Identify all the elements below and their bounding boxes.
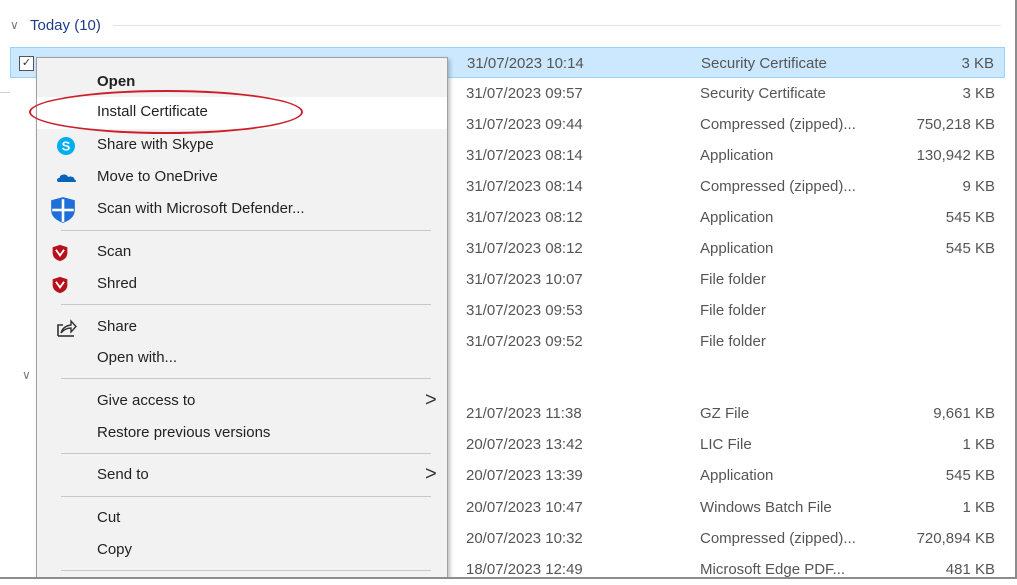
divider xyxy=(0,92,10,93)
group-header-today[interactable]: ∨ Today (10) xyxy=(0,10,1015,40)
file-type: File folder xyxy=(700,271,766,288)
file-date: 31/07/2023 08:14 xyxy=(466,178,583,195)
file-size: 750,218 KB xyxy=(916,116,995,133)
file-size: 130,942 KB xyxy=(916,147,995,164)
file-type: Windows Batch File xyxy=(700,498,832,516)
menu-item-share-with-skype[interactable]: S Share with Skype xyxy=(37,130,447,162)
file-type: LIC File xyxy=(700,436,752,454)
file-date: 20/07/2023 13:39 xyxy=(466,467,583,485)
file-date: 31/07/2023 09:53 xyxy=(466,302,583,319)
file-size: 3 KB xyxy=(961,55,994,72)
menu-separator xyxy=(61,230,431,231)
file-date: 20/07/2023 10:47 xyxy=(466,498,583,516)
onedrive-cloud-icon xyxy=(57,174,76,182)
chevron-down-icon[interactable]: ∨ xyxy=(10,18,24,32)
file-date: 31/07/2023 10:14 xyxy=(467,55,584,72)
file-type: Application xyxy=(700,209,774,226)
file-type: Microsoft Edge PDF... xyxy=(700,561,846,578)
file-type: Security Certificate xyxy=(701,55,827,72)
file-type: Application xyxy=(700,240,774,257)
file-type: File folder xyxy=(700,333,766,350)
file-size: 9,661 KB xyxy=(933,405,995,422)
file-size: 3 KB xyxy=(962,85,995,102)
menu-item-scan[interactable]: Scan xyxy=(37,237,447,269)
svg-text:S: S xyxy=(62,139,71,154)
file-size: 1 KB xyxy=(962,436,995,454)
file-type: File folder xyxy=(700,302,766,319)
group-label: Today (10) xyxy=(30,16,101,34)
file-date: 20/07/2023 13:42 xyxy=(466,436,583,454)
menu-item-send-to[interactable]: Send to > xyxy=(37,460,447,492)
share-icon xyxy=(57,319,77,337)
menu-item-cut[interactable]: Cut xyxy=(37,503,447,535)
menu-separator xyxy=(61,378,431,379)
menu-item-share[interactable]: Share xyxy=(37,312,447,344)
file-date: 18/07/2023 12:49 xyxy=(466,561,583,578)
file-type: Compressed (zipped)... xyxy=(700,529,856,547)
group-divider xyxy=(112,24,1001,26)
file-size: 9 KB xyxy=(962,178,995,195)
file-type: Compressed (zipped)... xyxy=(700,178,856,195)
file-size: 1 KB xyxy=(962,498,995,516)
skype-icon: S xyxy=(57,137,75,155)
file-size: 481 KB xyxy=(945,561,995,578)
file-date: 31/07/2023 08:14 xyxy=(466,147,583,164)
context-menu: Open Install Certificate S Share with Sk… xyxy=(36,57,448,577)
file-date: 31/07/2023 09:44 xyxy=(466,116,583,133)
menu-item-give-access-to[interactable]: Give access to > xyxy=(37,386,447,418)
file-date: 21/07/2023 11:38 xyxy=(466,405,582,422)
file-type: GZ File xyxy=(700,405,750,422)
file-type: Application xyxy=(700,467,774,485)
menu-item-move-to-onedrive[interactable]: Move to OneDrive xyxy=(37,162,447,194)
file-date: 31/07/2023 08:12 xyxy=(466,240,583,257)
menu-separator xyxy=(61,570,431,571)
file-date: 31/07/2023 09:52 xyxy=(466,333,583,350)
menu-separator xyxy=(61,453,431,454)
file-explorer-list: ∨ Today (10) ✓Net3LogAPI31/07/2023 10:14… xyxy=(0,0,1017,579)
chevron-right-icon: > xyxy=(425,389,437,411)
file-date: 20/07/2023 10:32 xyxy=(466,529,583,547)
file-type: Compressed (zipped)... xyxy=(700,116,856,133)
menu-item-scan-with-defender[interactable]: Scan with Microsoft Defender... xyxy=(37,194,447,226)
defender-shield-icon xyxy=(51,197,75,223)
menu-item-copy[interactable]: Copy xyxy=(37,535,447,567)
chevron-down-icon[interactable]: ∨ xyxy=(22,368,31,382)
file-type: Security Certificate xyxy=(700,85,826,102)
file-size: 545 KB xyxy=(945,209,995,226)
menu-item-restore-previous-versions[interactable]: Restore previous versions xyxy=(37,418,447,450)
menu-separator xyxy=(61,496,431,497)
row-checkbox[interactable]: ✓ xyxy=(19,56,34,71)
menu-separator xyxy=(61,304,431,305)
file-date: 31/07/2023 09:57 xyxy=(466,85,583,102)
file-size: 720,894 KB xyxy=(916,529,995,547)
menu-item-shred[interactable]: Shred xyxy=(37,269,447,301)
chevron-right-icon: > xyxy=(425,463,437,485)
file-size: 545 KB xyxy=(945,467,995,485)
file-date: 31/07/2023 10:07 xyxy=(466,271,583,288)
menu-item-open-with[interactable]: Open with... xyxy=(37,343,447,375)
file-type: Application xyxy=(700,147,774,164)
annotation-ellipse xyxy=(29,90,303,134)
antivirus-shield-icon xyxy=(52,276,68,294)
file-date: 31/07/2023 08:12 xyxy=(466,209,583,226)
file-size: 545 KB xyxy=(945,240,995,257)
antivirus-shield-icon xyxy=(52,244,68,262)
